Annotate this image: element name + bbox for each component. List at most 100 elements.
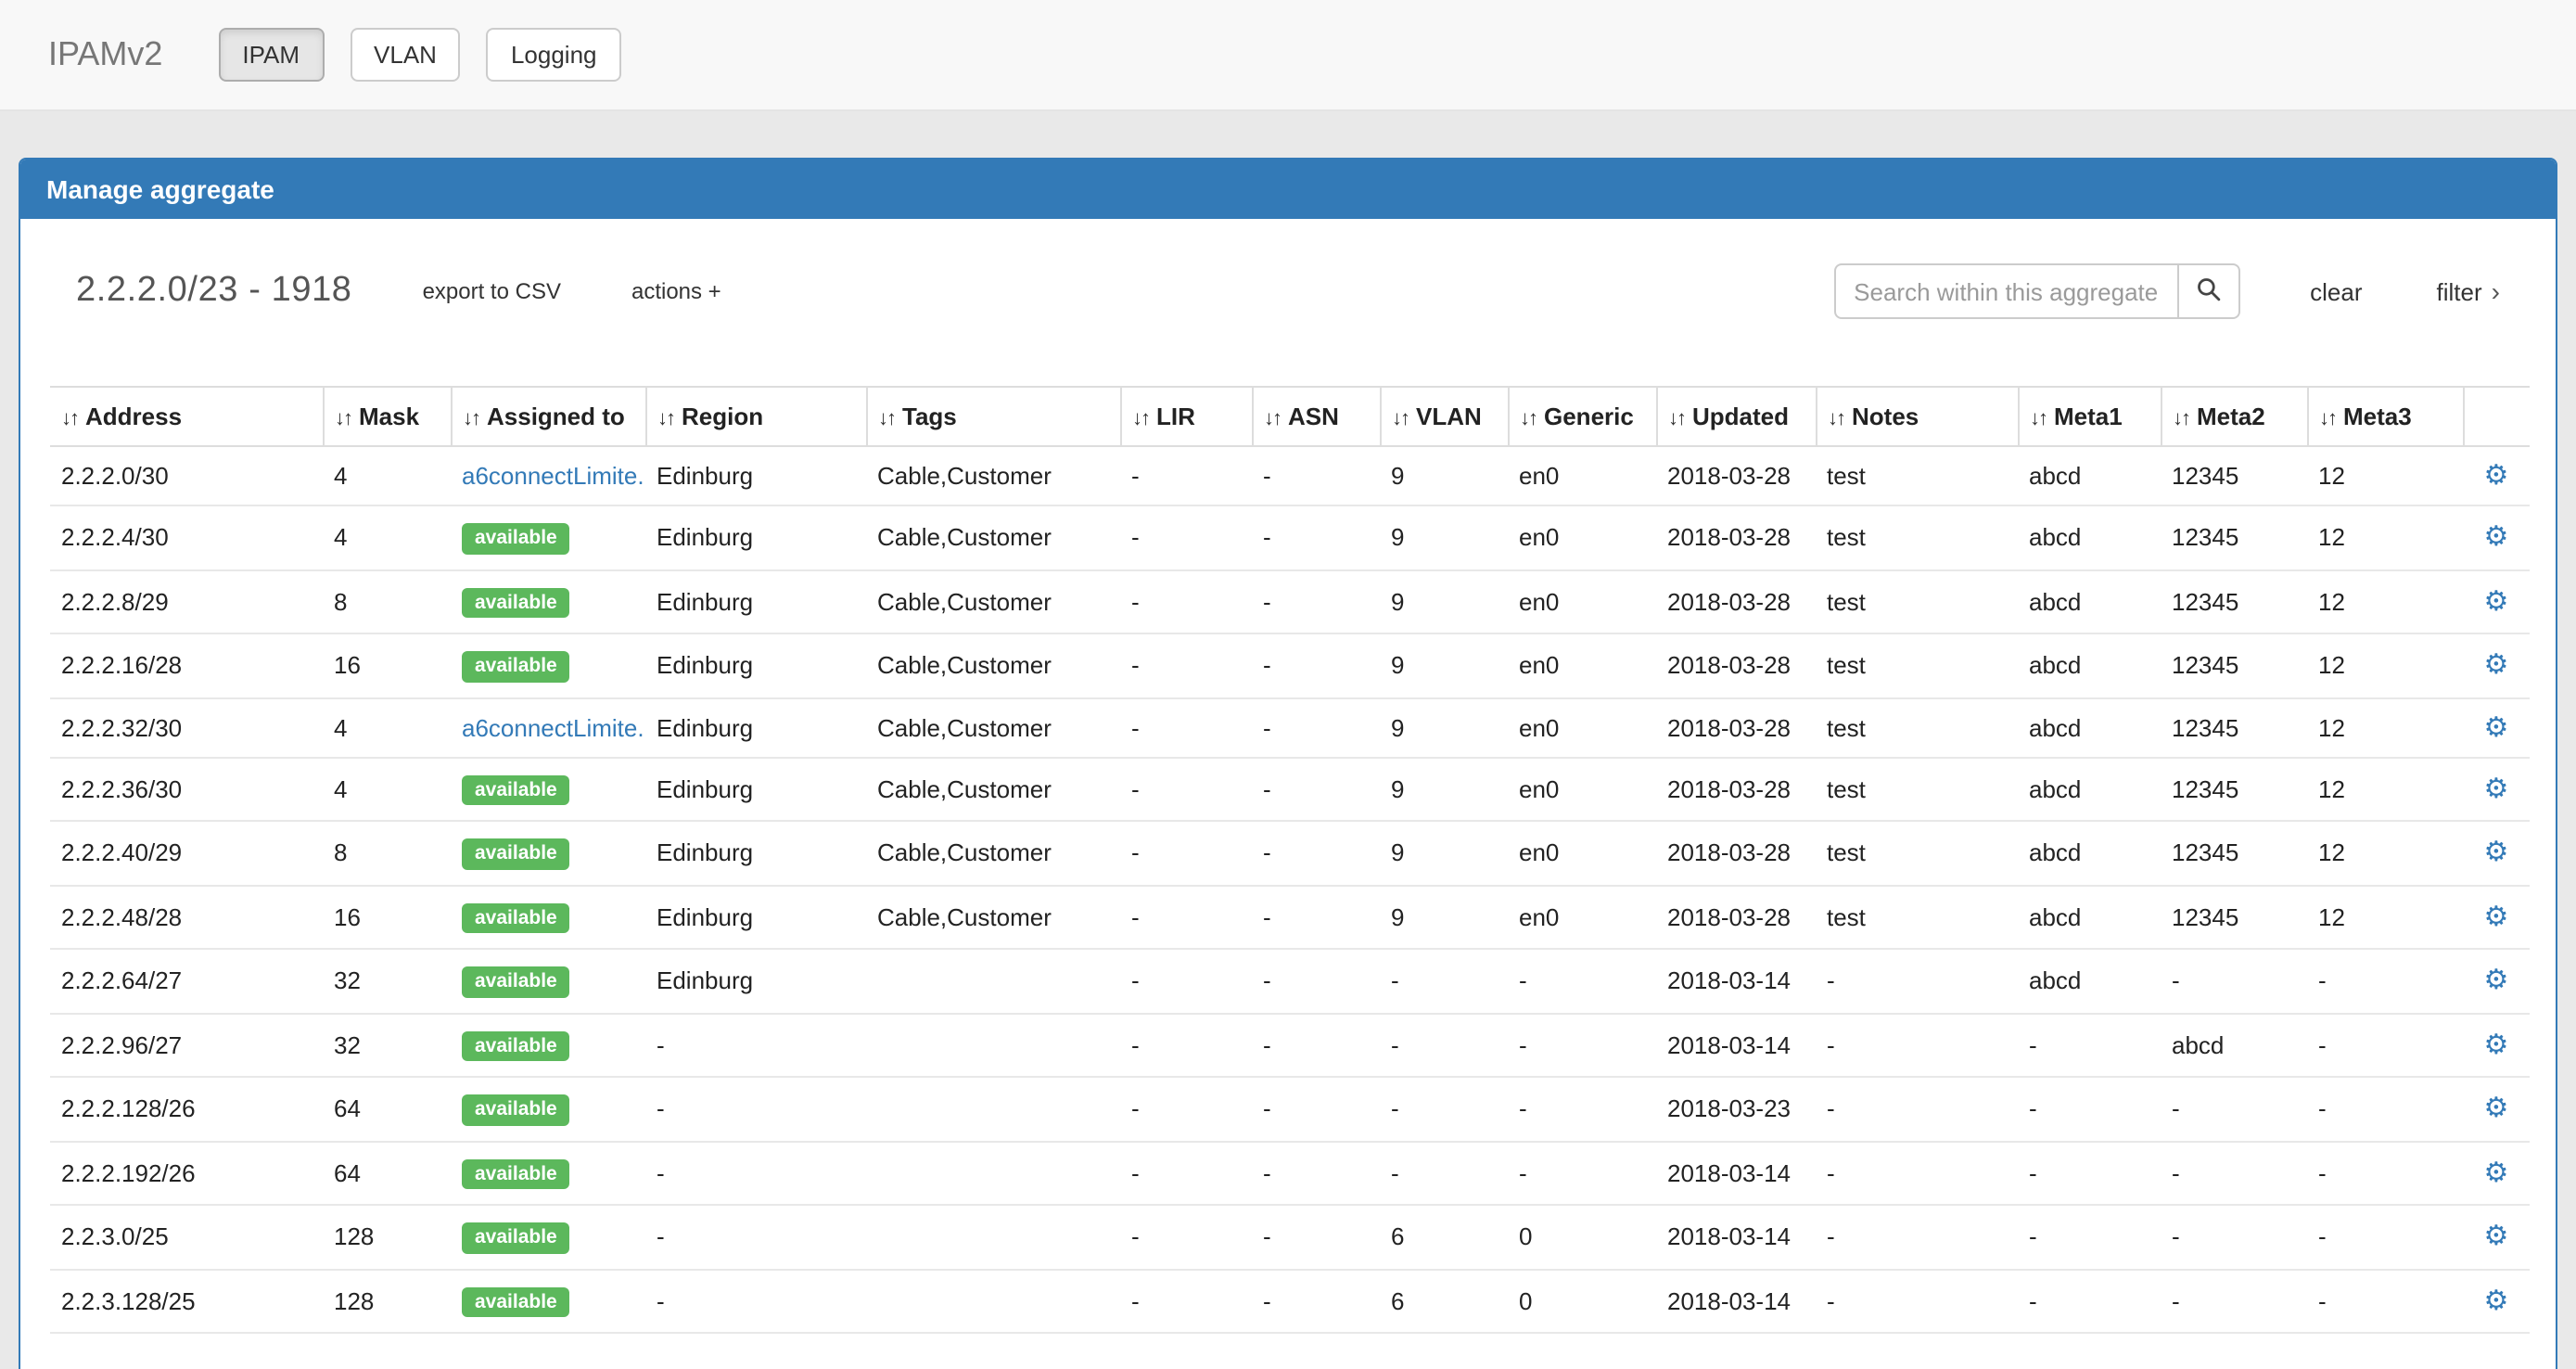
cell-assigned: available (451, 949, 645, 1013)
cell-meta1: abcd (2018, 821, 2161, 885)
col-header-assigned[interactable]: ↓↑Assigned to (451, 387, 645, 446)
filter-button[interactable]: filter› (2437, 276, 2500, 306)
row-settings-button[interactable]: ⚙ (2484, 524, 2509, 552)
cell-actions: ⚙ (2463, 446, 2530, 505)
cell-asn: - (1252, 569, 1380, 633)
cell-lir: - (1120, 1269, 1252, 1333)
table-row: 2.2.2.4/30 4 available Edinburg Cable,Cu… (50, 505, 2530, 569)
cell-actions: ⚙ (2463, 1013, 2530, 1077)
cell-tags: Cable,Customer (866, 885, 1120, 949)
header-row: ↓↑Address ↓↑Mask ↓↑Assigned to ↓↑Region … (50, 387, 2530, 446)
cell-assigned: available (451, 633, 645, 697)
cell-asn: - (1252, 446, 1380, 505)
cell-notes: - (1816, 1013, 2018, 1077)
cell-generic: - (1508, 1141, 1656, 1205)
actions-button[interactable]: actions + (631, 278, 721, 304)
assigned-value[interactable]: a6connectLimite... (462, 462, 645, 490)
sort-icon: ↓↑ (657, 408, 674, 430)
cell-lir: - (1120, 1205, 1252, 1269)
cell-lir: - (1120, 1141, 1252, 1205)
cell-asn: - (1252, 697, 1380, 757)
col-header-tags[interactable]: ↓↑Tags (866, 387, 1120, 446)
cell-meta3: - (2307, 949, 2463, 1013)
table-row: 2.2.2.36/30 4 available Edinburg Cable,C… (50, 757, 2530, 821)
export-csv-button[interactable]: export to CSV (423, 278, 561, 304)
table-header: ↓↑Address ↓↑Mask ↓↑Assigned to ↓↑Region … (50, 387, 2530, 446)
cell-vlan: 9 (1380, 446, 1508, 505)
row-settings-button[interactable]: ⚙ (2484, 967, 2509, 995)
row-settings-button[interactable]: ⚙ (2484, 1095, 2509, 1123)
col-header-asn[interactable]: ↓↑ASN (1252, 387, 1380, 446)
col-header-updated[interactable]: ↓↑Updated (1656, 387, 1816, 446)
cell-meta1: abcd (2018, 569, 2161, 633)
cell-asn: - (1252, 1077, 1380, 1141)
row-settings-button[interactable]: ⚙ (2484, 588, 2509, 616)
cell-updated: 2018-03-14 (1656, 1205, 1816, 1269)
gear-icon: ⚙ (2484, 774, 2509, 805)
tab-vlan[interactable]: VLAN (350, 28, 461, 82)
cell-notes: - (1816, 1141, 2018, 1205)
col-header-meta2[interactable]: ↓↑Meta2 (2161, 387, 2307, 446)
cell-notes: - (1816, 1205, 2018, 1269)
row-settings-button[interactable]: ⚙ (2484, 713, 2509, 741)
row-settings-button[interactable]: ⚙ (2484, 839, 2509, 867)
tab-logging[interactable]: Logging (487, 28, 621, 82)
row-settings-button[interactable]: ⚙ (2484, 652, 2509, 680)
cell-meta2: 12345 (2161, 446, 2307, 505)
assigned-value[interactable]: a6connectLimite... (462, 713, 645, 741)
row-settings-button[interactable]: ⚙ (2484, 1159, 2509, 1187)
cell-tags: Cable,Customer (866, 697, 1120, 757)
row-settings-button[interactable]: ⚙ (2484, 903, 2509, 931)
table-row: 2.2.2.32/30 4 a6connectLimite... Edinbur… (50, 697, 2530, 757)
clear-button[interactable]: clear (2310, 277, 2362, 305)
row-settings-button[interactable]: ⚙ (2484, 1031, 2509, 1059)
cell-meta2: - (2161, 1141, 2307, 1205)
col-header-generic[interactable]: ↓↑Generic (1508, 387, 1656, 446)
cell-meta2: 12345 (2161, 885, 2307, 949)
cell-asn: - (1252, 757, 1380, 821)
assigned-value: available (462, 587, 570, 618)
cell-address: 2.2.2.48/28 (50, 885, 323, 949)
tab-ipam[interactable]: IPAM (218, 28, 324, 82)
col-label: Address (85, 403, 182, 430)
cell-vlan: - (1380, 1013, 1508, 1077)
col-header-region[interactable]: ↓↑Region (645, 387, 866, 446)
cell-meta2: 12345 (2161, 569, 2307, 633)
cell-address: 2.2.2.192/26 (50, 1141, 323, 1205)
sort-icon: ↓↑ (1264, 408, 1281, 430)
cell-actions: ⚙ (2463, 821, 2530, 885)
cell-vlan: 9 (1380, 633, 1508, 697)
row-settings-button[interactable]: ⚙ (2484, 462, 2509, 490)
table-row: 2.2.3.128/25 128 available - - - 6 0 201… (50, 1269, 2530, 1333)
col-header-lir[interactable]: ↓↑LIR (1120, 387, 1252, 446)
table-row: 2.2.2.192/26 64 available - - - - - 2018… (50, 1141, 2530, 1205)
cell-asn: - (1252, 1141, 1380, 1205)
cell-assigned: available (451, 569, 645, 633)
col-header-vlan[interactable]: ↓↑VLAN (1380, 387, 1508, 446)
cell-mask: 128 (323, 1205, 451, 1269)
cell-assigned: available (451, 821, 645, 885)
col-header-mask[interactable]: ↓↑Mask (323, 387, 451, 446)
col-header-meta1[interactable]: ↓↑Meta1 (2018, 387, 2161, 446)
cell-assigned: a6connectLimite... (451, 697, 645, 757)
table-body: 2.2.2.0/30 4 a6connectLimite... Edinburg… (50, 446, 2530, 1333)
row-settings-button[interactable]: ⚙ (2484, 1223, 2509, 1251)
col-header-meta3[interactable]: ↓↑Meta3 (2307, 387, 2463, 446)
aggregate-search-input[interactable] (1833, 263, 2178, 319)
row-settings-button[interactable]: ⚙ (2484, 775, 2509, 803)
col-header-address[interactable]: ↓↑Address (50, 387, 323, 446)
app-brand[interactable]: IPAMv2 (48, 35, 162, 74)
assigned-value: available (462, 966, 570, 997)
row-settings-button[interactable]: ⚙ (2484, 1287, 2509, 1315)
cell-updated: 2018-03-28 (1656, 633, 1816, 697)
search-button[interactable] (2176, 263, 2239, 319)
cell-tags (866, 1077, 1120, 1141)
col-header-notes[interactable]: ↓↑Notes (1816, 387, 2018, 446)
cell-assigned: available (451, 757, 645, 821)
cell-actions: ⚙ (2463, 1077, 2530, 1141)
cell-vlan: 9 (1380, 505, 1508, 569)
cell-generic: 0 (1508, 1205, 1656, 1269)
panel-body: 2.2.2.0/23 - 1918 export to CSV actions … (20, 219, 2556, 1369)
cell-updated: 2018-03-28 (1656, 505, 1816, 569)
cell-lir: - (1120, 757, 1252, 821)
